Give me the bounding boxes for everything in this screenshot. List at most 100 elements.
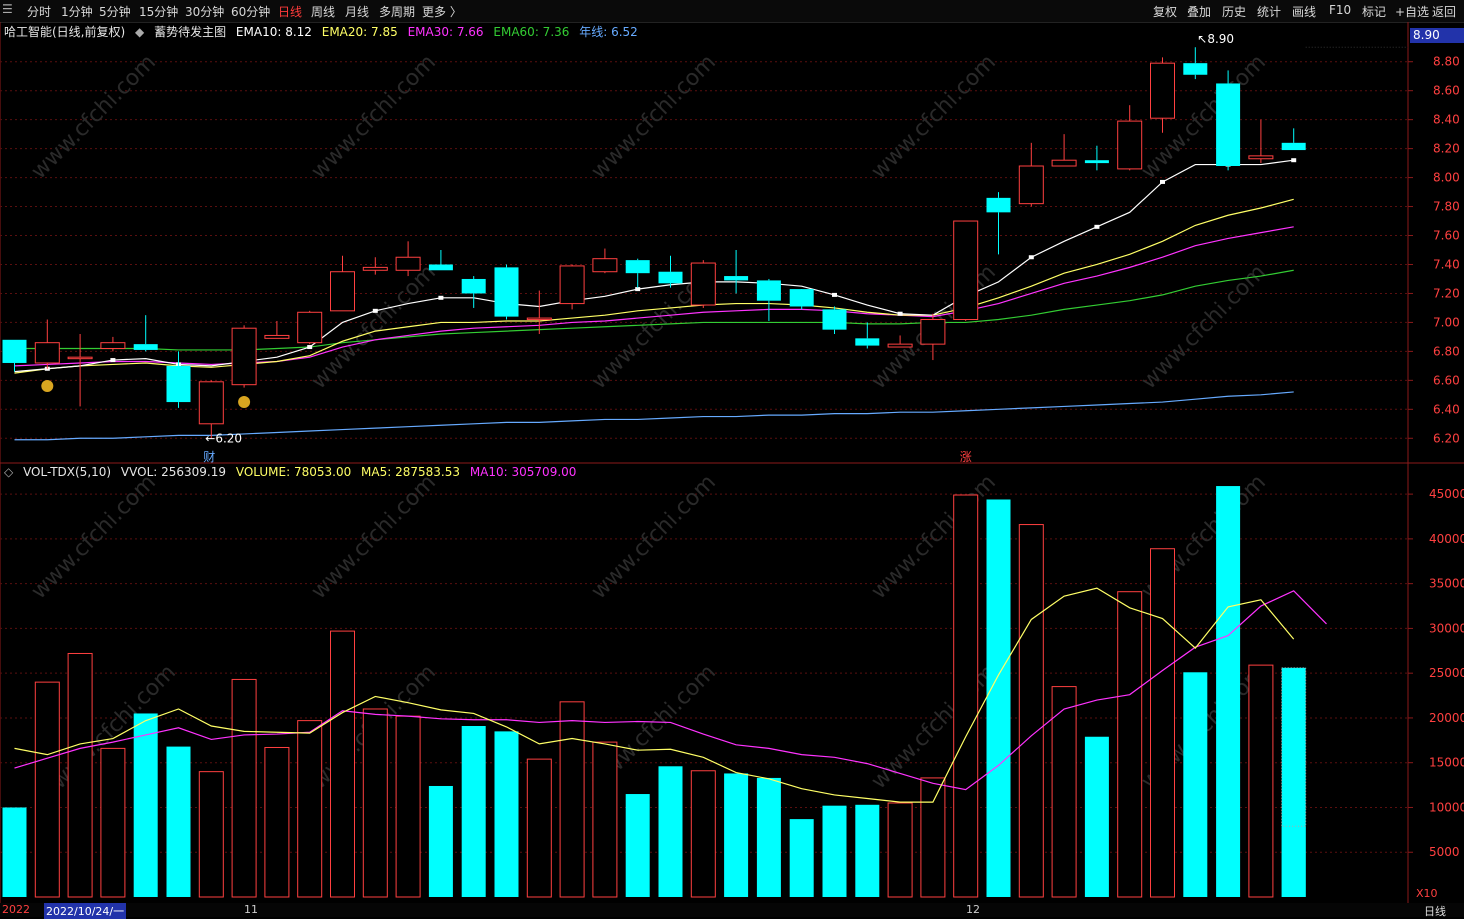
candle-body (166, 365, 191, 403)
candle-body (2, 339, 27, 363)
volume-tick-label: 5000 (1429, 845, 1460, 859)
volume-bar (2, 807, 27, 897)
candle-body (264, 334, 290, 339)
price-tick-label: 8.80 (1433, 55, 1460, 69)
volume-tick-label: 30000 (1429, 621, 1464, 635)
ema10-marker (307, 345, 313, 350)
ema10-marker (1291, 158, 1297, 163)
watermark-text: www.cfchi.com (867, 50, 1001, 184)
candle-body (67, 356, 93, 360)
watermark-text: www.cfchi.com (587, 50, 721, 184)
money-bag-icon (41, 380, 54, 392)
candle-body (133, 344, 158, 350)
price-tick-label: 7.20 (1433, 286, 1460, 300)
volume-bar (953, 494, 979, 898)
candle-body (559, 265, 585, 305)
candle-body (461, 278, 486, 294)
volume-bar (920, 777, 946, 898)
candle-body (34, 342, 60, 364)
volume-bar (789, 819, 814, 897)
watermark-text: www.cfchi.com (307, 260, 441, 394)
candle-body (100, 342, 126, 349)
ema10-marker (1094, 224, 1100, 229)
price-tick-label: 7.60 (1433, 229, 1460, 243)
volume-bar (526, 758, 552, 898)
volume-tick-label: 35000 (1429, 577, 1464, 591)
ema10-marker (1028, 255, 1034, 260)
volume-bar (822, 805, 847, 897)
candle-body (1216, 83, 1241, 166)
ema10-marker (635, 287, 641, 292)
volume-bar (1248, 664, 1274, 898)
volume-bar (887, 802, 913, 898)
ema10-marker (897, 311, 903, 316)
candle-body (330, 271, 355, 312)
candle-body (1183, 63, 1208, 75)
volume-tick-label: 45000 (1429, 487, 1464, 501)
month-nov-label: 11 (244, 903, 258, 916)
volume-bar (166, 746, 191, 897)
ema10-marker (438, 295, 444, 300)
candle-body (789, 289, 814, 307)
candle-body (822, 309, 847, 330)
volume-bar (264, 746, 290, 898)
volume-bar (658, 766, 683, 897)
ema10-marker (832, 292, 837, 297)
year-label: 2022 (2, 903, 30, 916)
high-price-label: ↖8.90 (1197, 32, 1234, 46)
candle-body (953, 220, 979, 321)
volume-bar (1216, 486, 1241, 897)
candle-body (1084, 160, 1109, 164)
volume-bar (986, 499, 1011, 897)
volume-bar (1018, 524, 1044, 898)
volume-bar (625, 794, 650, 897)
unit-multiplier-label: X10 (1416, 887, 1438, 900)
ema10-marker (372, 308, 378, 313)
volume-bar (428, 785, 453, 897)
volume-bar (395, 715, 421, 898)
kline-chart[interactable]: 6.20 6.40 6.60 6.80 7.00 7.20 7.40 7.60 7.80 8.00… (0, 0, 1464, 917)
candle-body (526, 317, 552, 321)
volume-bar (297, 720, 323, 898)
ema20-line (14, 198, 1294, 374)
candle-body (1018, 165, 1044, 205)
watermark-text: www.cfchi.com (27, 50, 161, 184)
volume-tick-label: 25000 (1429, 666, 1464, 680)
candle-body (428, 264, 453, 271)
price-tick-label: 8.00 (1433, 171, 1460, 185)
rise-event-marker: 涨 (960, 449, 972, 464)
watermark-text: www.cfchi.com (867, 660, 1001, 794)
month-dec-label: 12 (966, 903, 980, 916)
volume-bar (362, 708, 388, 898)
candle-body (855, 338, 880, 346)
candle-body (690, 262, 716, 306)
candle-body (724, 276, 749, 281)
volume-bar (461, 725, 486, 897)
candle-body (1051, 159, 1077, 167)
volume-bar (198, 771, 224, 898)
candle-body (1117, 120, 1143, 170)
candle-body (986, 197, 1011, 213)
candle-body (920, 319, 946, 345)
candle-body (395, 256, 421, 271)
candle-body (592, 258, 618, 273)
volume-bar (330, 630, 355, 898)
candle-body (198, 381, 224, 425)
candle-body (1150, 62, 1175, 119)
volume-bar (67, 652, 93, 898)
candle-body (658, 271, 683, 284)
volume-bar (690, 770, 716, 898)
price-tick-label: 6.40 (1433, 402, 1460, 416)
candle-body (494, 267, 519, 317)
volume-bar (559, 701, 585, 898)
volume-bar-partial (1281, 826, 1306, 897)
watermark-text: www.cfchi.com (1137, 260, 1271, 394)
volume-bar (855, 804, 880, 897)
volume-bar (34, 681, 60, 898)
ema10-marker (110, 358, 116, 363)
volume-bar (1051, 686, 1077, 898)
candle-body (756, 280, 781, 301)
volume-bar (1183, 672, 1208, 897)
price-tick-label: 8.60 (1433, 84, 1460, 98)
money-bag-icon (238, 396, 251, 408)
